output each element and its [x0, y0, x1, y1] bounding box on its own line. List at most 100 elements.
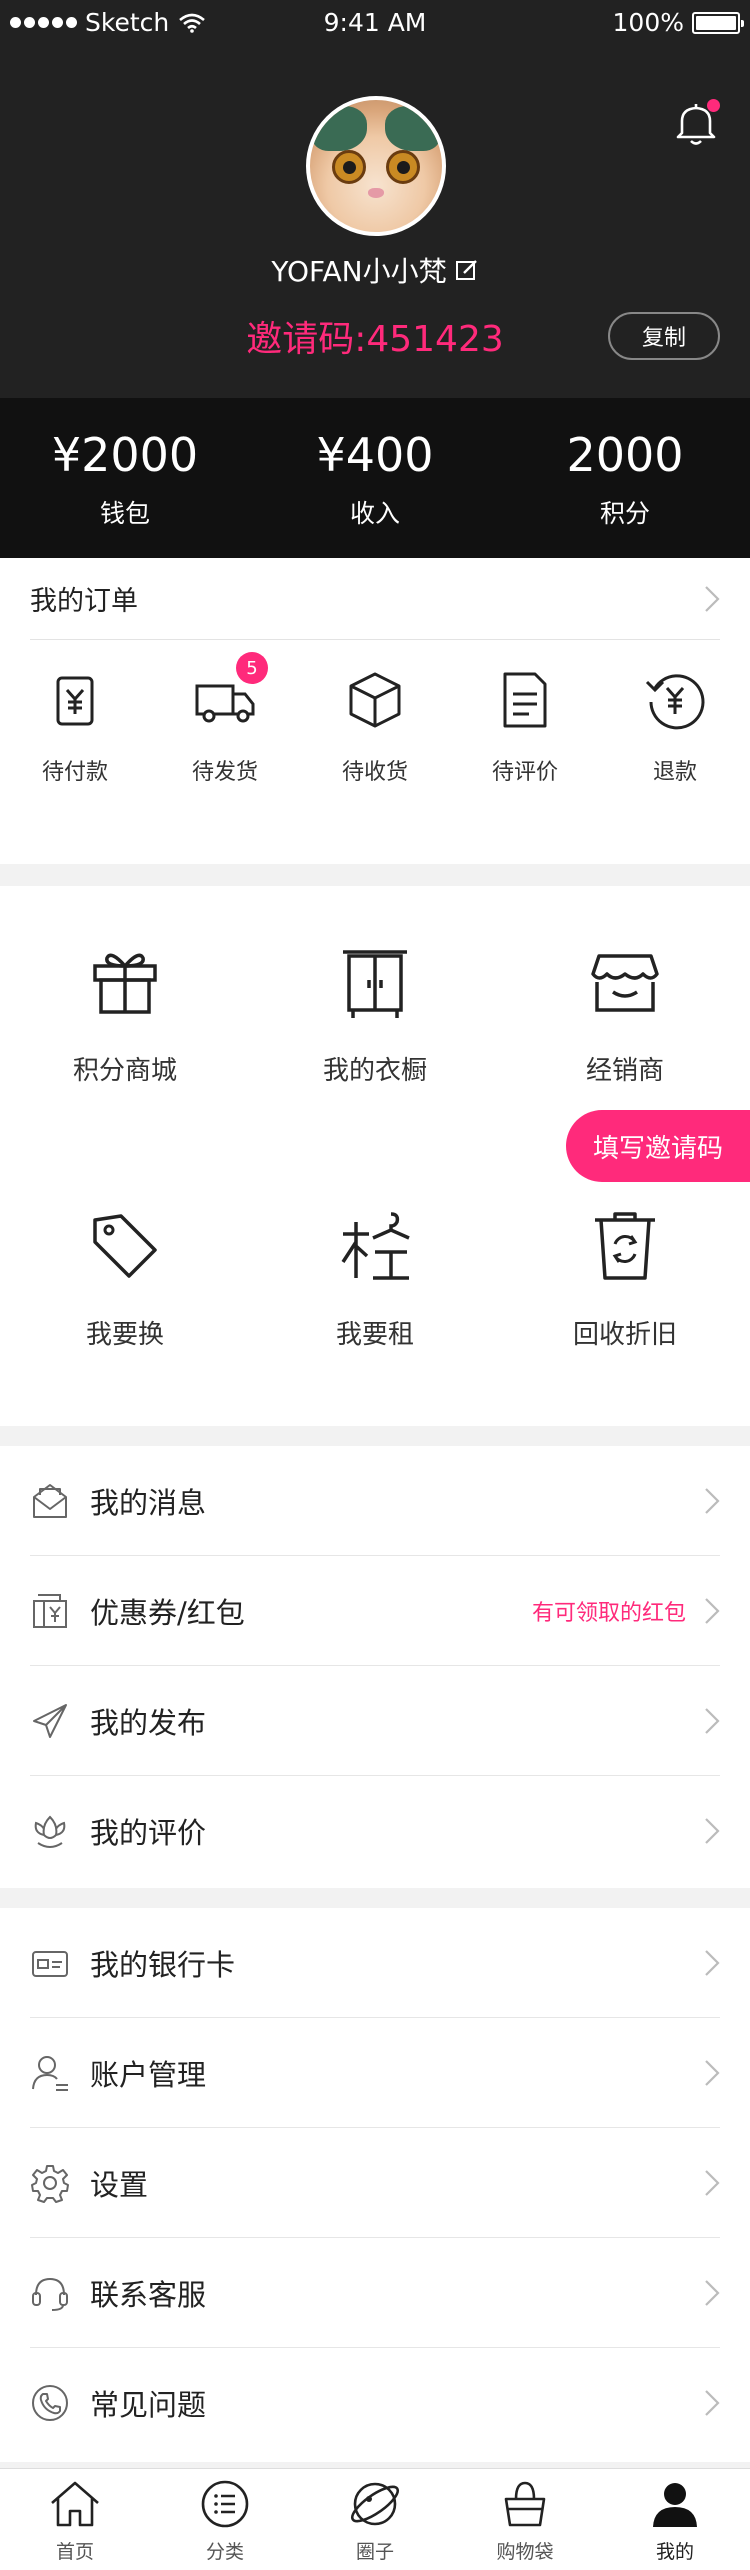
- paper-plane-icon: [33, 1703, 67, 1738]
- feature-wardrobe[interactable]: 我的衣橱: [250, 942, 500, 1087]
- recycle-icon: [595, 1212, 655, 1280]
- tab-label: 我的: [655, 2541, 694, 2563]
- planet-icon: [350, 2482, 400, 2526]
- features-row-2: 我要换 我要租 回收折旧: [0, 1206, 750, 1351]
- fill-invite-code-button[interactable]: 填写邀请码: [566, 1110, 750, 1182]
- battery-icon: [692, 11, 744, 34]
- chevron-right-icon: [705, 1818, 720, 1844]
- order-pending-receipt[interactable]: 待收货: [300, 668, 450, 786]
- menu-label: 我的评价: [90, 1816, 207, 1850]
- menu-customer-service[interactable]: 联系客服: [30, 2238, 720, 2348]
- menu-coupons[interactable]: 优惠券/红包 有可领取的红包: [30, 1556, 720, 1666]
- tab-circle[interactable]: 圈子: [300, 2469, 450, 2570]
- order-pending-shipment[interactable]: 5 待发货: [150, 652, 300, 786]
- tab-label: 购物袋: [496, 2541, 554, 2563]
- stat-wallet[interactable]: ¥2000 钱包: [0, 398, 250, 558]
- chevron-right-icon: [705, 1707, 720, 1734]
- tab-label: 分类: [205, 2541, 244, 2563]
- stat-income[interactable]: ¥400 收入: [250, 398, 500, 558]
- gift-icon: [93, 953, 157, 1014]
- orders-title: 我的订单: [30, 586, 138, 617]
- phone-icon: [32, 2385, 68, 2421]
- list-group-2: 我的银行卡 账户管理 设置 联系客服 常见问题: [0, 1908, 750, 2462]
- coupon-icon: [33, 1593, 67, 1628]
- feature-exchange[interactable]: 我要换: [0, 1206, 250, 1351]
- menu-my-posts[interactable]: 我的发布: [30, 1666, 720, 1776]
- store-icon: [591, 954, 659, 1012]
- copy-button[interactable]: 复制: [608, 312, 720, 360]
- rent-icon: [341, 1212, 410, 1280]
- menu-account[interactable]: 账户管理: [30, 2018, 720, 2128]
- chevron-right-icon: [705, 2390, 720, 2416]
- feature-recycle[interactable]: 回收折旧: [500, 1206, 750, 1351]
- order-status-row: 待付款 5 待发货 待收货 待评价 退款: [0, 652, 750, 786]
- menu-settings[interactable]: 设置: [30, 2128, 720, 2238]
- wardrobe-icon: [343, 950, 407, 1018]
- menu-messages[interactable]: 我的消息: [30, 1446, 720, 1556]
- order-label: 待评价: [491, 760, 558, 785]
- list-group-1: 我的消息 优惠券/红包 有可领取的红包 我的发布 我的评价: [0, 1446, 750, 1888]
- features-row-1: 积分商城 我的衣橱 经销商: [0, 942, 750, 1087]
- profile-icon: [653, 2483, 697, 2527]
- headset-icon: [32, 2277, 68, 2311]
- menu-label: 联系客服: [90, 2277, 207, 2312]
- order-refund[interactable]: 退款: [600, 668, 750, 786]
- tab-shopping-bag[interactable]: 购物袋: [450, 2469, 600, 2570]
- bag-icon: [504, 2481, 546, 2527]
- stat-label: 收入: [349, 499, 400, 528]
- order-label: 待收货: [341, 760, 408, 785]
- coupon-hint: 有可领取的红包: [531, 1600, 686, 1626]
- menu-label: 我的银行卡: [90, 1947, 236, 1982]
- box-icon: [349, 672, 401, 728]
- feature-label: 我的衣橱: [322, 1056, 427, 1086]
- list-icon: [201, 2480, 249, 2528]
- edit-icon[interactable]: [455, 258, 479, 282]
- bank-card-icon: [32, 1950, 68, 1977]
- stat-label: 积分: [599, 499, 650, 528]
- chevron-right-icon: [705, 2279, 720, 2306]
- user-icon: [32, 2055, 68, 2091]
- stat-points[interactable]: 2000 积分: [500, 398, 750, 558]
- order-pending-review[interactable]: 待评价: [450, 668, 600, 786]
- menu-faq[interactable]: 常见问题: [30, 2348, 720, 2458]
- username-row: YOFAN小小梵: [0, 250, 750, 290]
- tag-icon: [93, 1214, 157, 1278]
- menu-bank-card[interactable]: 我的银行卡: [30, 1908, 720, 2018]
- battery-percent: 100%: [612, 8, 684, 37]
- feature-label: 我要租: [335, 1320, 414, 1350]
- tab-label: 首页: [55, 2541, 94, 2563]
- feature-label: 经销商: [585, 1056, 664, 1086]
- payment-icon: [56, 676, 94, 726]
- feature-distributor[interactable]: 经销商: [500, 942, 750, 1087]
- document-icon: [503, 672, 547, 728]
- feature-points-mall[interactable]: 积分商城: [0, 942, 250, 1087]
- menu-label: 我的发布: [90, 1705, 207, 1740]
- order-label: 待付款: [41, 760, 108, 785]
- menu-label: 常见问题: [90, 2388, 207, 2422]
- chevron-right-icon: [705, 2059, 720, 2086]
- tab-mine[interactable]: 我的: [600, 2469, 750, 2570]
- chevron-right-icon: [705, 585, 720, 612]
- username: YOFAN小小梵: [271, 255, 447, 288]
- home-icon: [51, 2481, 99, 2527]
- mail-icon: [33, 1483, 67, 1518]
- order-label: 退款: [652, 760, 697, 785]
- stat-value: ¥2000: [51, 428, 199, 482]
- feature-rent[interactable]: 我要租: [250, 1206, 500, 1351]
- profile-header: Sketch 9:41 AM 100% YOFAN小小梵 邀请码:451423 …: [0, 0, 750, 398]
- status-right: 100%: [612, 8, 744, 37]
- chevron-right-icon: [705, 1949, 720, 1976]
- notification-dot: [707, 99, 720, 112]
- feature-label: 积分商城: [72, 1056, 177, 1086]
- tab-category[interactable]: 分类: [150, 2469, 300, 2570]
- menu-label: 我的消息: [90, 1485, 207, 1520]
- orders-card: 我的订单 待付款 5 待发货 待收货 待评价 退款: [0, 558, 750, 864]
- tab-home[interactable]: 首页: [0, 2469, 150, 2570]
- avatar[interactable]: [306, 96, 446, 236]
- order-pending-payment[interactable]: 待付款: [0, 668, 150, 786]
- menu-my-reviews[interactable]: 我的评价: [30, 1776, 720, 1886]
- notification-button[interactable]: [668, 95, 724, 151]
- stat-label: 钱包: [99, 499, 150, 528]
- orders-header[interactable]: 我的订单: [30, 558, 720, 640]
- stat-value: ¥400: [316, 428, 434, 482]
